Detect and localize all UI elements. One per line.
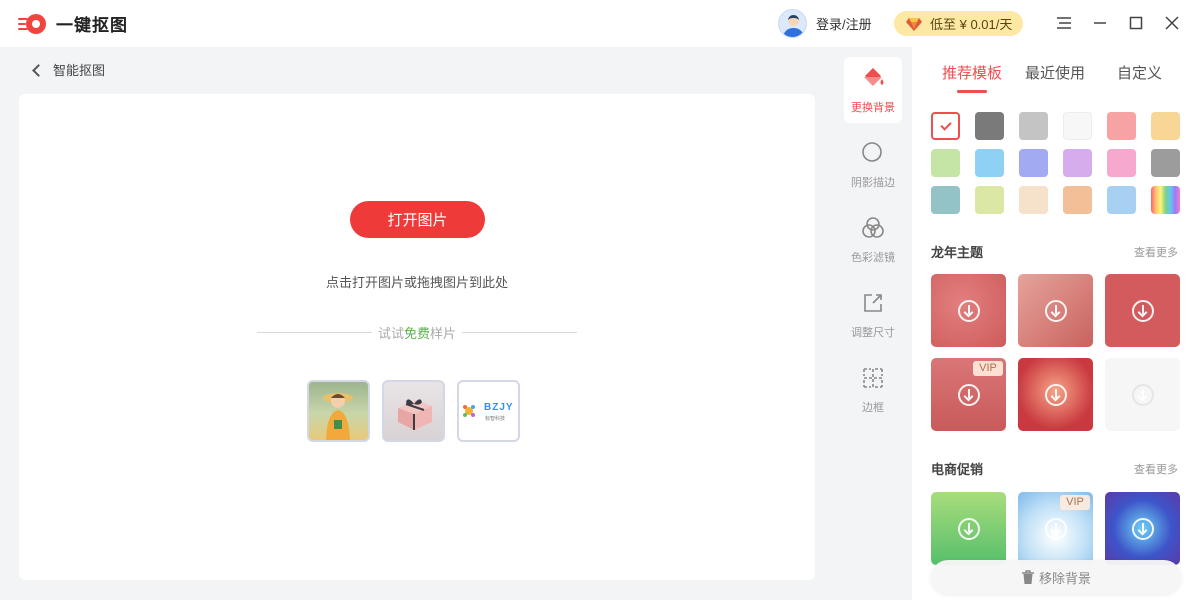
see-more-ecommerce[interactable]: 查看更多 <box>1134 461 1178 477</box>
resize-icon <box>864 294 882 312</box>
title-bar: 一键抠图 登录/注册 低至 ¥ 0.01/天 <box>0 0 1200 47</box>
color-swatch[interactable] <box>975 149 1004 177</box>
color-swatch[interactable] <box>1063 149 1092 177</box>
template-thumbnail[interactable]: VIP <box>1018 492 1093 565</box>
color-swatch[interactable] <box>1063 112 1092 140</box>
download-icon <box>1132 384 1154 406</box>
tool-label: 色彩滤镜 <box>851 252 895 264</box>
template-thumbnail[interactable] <box>1105 274 1180 347</box>
tab-recommended[interactable]: 推荐模板 <box>942 62 1002 83</box>
section-title-ecommerce: 电商促销 <box>931 462 984 477</box>
vip-badge: VIP <box>973 361 1003 376</box>
sample-image-logo[interactable]: BZJY 标智科技 <box>457 380 520 442</box>
download-icon <box>1045 518 1067 540</box>
tool-column: 更换背景 阴影描边 色彩滤镜 调整尺寸 边框 <box>834 47 912 600</box>
tool-change-background[interactable]: 更换背景 <box>844 57 902 123</box>
sample-logo-text: BZJY <box>484 402 514 413</box>
logo-mark-icon <box>18 12 48 36</box>
color-swatch[interactable] <box>1019 186 1048 214</box>
download-icon <box>1132 518 1154 540</box>
tool-label: 更换背景 <box>851 102 895 114</box>
tool-label: 调整尺寸 <box>851 327 895 339</box>
back-button[interactable]: 智能抠图 <box>32 60 106 79</box>
template-thumbnail[interactable] <box>931 492 1006 565</box>
close-icon[interactable] <box>1161 12 1183 34</box>
color-swatch[interactable] <box>1151 186 1180 214</box>
paint-bucket-icon <box>864 68 884 86</box>
sample-caption: 试试免费样片 <box>377 325 457 341</box>
template-thumbnail[interactable] <box>1018 358 1093 431</box>
see-more-dragon-year[interactable]: 查看更多 <box>1134 244 1178 260</box>
vip-price-label: 低至 ¥ 0.01/天 <box>930 17 1013 32</box>
check-icon <box>939 118 952 131</box>
tool-color-filter[interactable]: 色彩滤镜 <box>844 207 902 273</box>
download-icon <box>958 518 980 540</box>
free-label: 免费 <box>404 325 431 341</box>
template-thumbnail-loading[interactable] <box>1105 358 1180 431</box>
trash-icon <box>1021 569 1034 584</box>
color-swatch[interactable] <box>975 186 1004 214</box>
color-swatch[interactable] <box>1107 186 1136 214</box>
color-swatch[interactable] <box>1151 112 1180 140</box>
panel-tabs: 推荐模板 最近使用 自定义 <box>912 47 1200 95</box>
download-icon <box>1045 384 1067 406</box>
tab-custom[interactable]: 自定义 <box>1117 62 1162 83</box>
sample-logo-subtext: 标智科技 <box>485 416 506 422</box>
sample-image-gift[interactable] <box>382 380 445 442</box>
color-swatch-selected[interactable] <box>931 112 960 140</box>
sample-images: BZJY 标智科技 <box>307 380 520 442</box>
tool-label: 边框 <box>862 402 884 414</box>
maximize-icon[interactable] <box>1125 12 1147 34</box>
image-drop-area[interactable]: 打开图片 点击打开图片或拖拽图片到此处 试试免费样片 BZJY 标智科技 <box>19 94 815 580</box>
drop-hint: 点击打开图片或拖拽图片到此处 <box>325 275 508 290</box>
template-thumbnail[interactable] <box>1018 274 1093 347</box>
border-grid-icon <box>863 368 883 388</box>
vip-price-button[interactable]: 低至 ¥ 0.01/天 <box>894 11 1023 36</box>
vip-badge: VIP <box>1060 495 1090 510</box>
color-swatches <box>931 112 1180 214</box>
sample-divider: 试试免费样片 <box>257 323 578 341</box>
color-swatch[interactable] <box>931 149 960 177</box>
color-swatch[interactable] <box>1063 186 1092 214</box>
download-icon <box>1045 300 1067 322</box>
color-swatch[interactable] <box>1019 112 1048 140</box>
section-title-dragon-year: 龙年主题 <box>931 245 984 260</box>
menu-icon[interactable] <box>1053 12 1075 34</box>
template-thumbnail[interactable]: VIP <box>931 358 1006 431</box>
template-thumbnail[interactable] <box>931 274 1006 347</box>
color-swatch[interactable] <box>1151 149 1180 177</box>
avatar <box>778 9 807 38</box>
tool-resize[interactable]: 调整尺寸 <box>844 282 902 348</box>
color-swatch[interactable] <box>1107 112 1136 140</box>
app-logo: 一键抠图 <box>18 11 128 36</box>
login-register[interactable]: 登录/注册 <box>778 9 872 38</box>
remove-background-button[interactable]: 移除背景 <box>931 560 1181 594</box>
chevron-left-icon <box>32 63 45 77</box>
open-image-button[interactable]: 打开图片 <box>350 201 485 238</box>
color-swatch[interactable] <box>1107 149 1136 177</box>
minimize-icon[interactable] <box>1089 12 1111 34</box>
login-label: 登录/注册 <box>816 17 872 32</box>
template-thumbnail[interactable] <box>1105 492 1180 565</box>
tab-indicator <box>957 90 987 93</box>
tool-label: 阴影描边 <box>851 177 895 189</box>
color-swatch[interactable] <box>975 112 1004 140</box>
download-icon <box>1132 300 1154 322</box>
download-icon <box>958 300 980 322</box>
download-icon <box>958 384 980 406</box>
color-swatch[interactable] <box>931 186 960 214</box>
sample-image-woman[interactable] <box>307 380 370 442</box>
remove-background-label: 移除背景 <box>1038 570 1091 586</box>
background-panel: 推荐模板 最近使用 自定义 龙年主题 查看更多 VIP 电商促销 查看更多 VI… <box>912 47 1200 600</box>
tab-recent[interactable]: 最近使用 <box>1025 62 1085 83</box>
color-filter-icon <box>862 217 884 238</box>
tool-shadow-stroke[interactable]: 阴影描边 <box>844 132 902 198</box>
page-title: 智能抠图 <box>53 63 106 78</box>
color-swatch[interactable] <box>1019 149 1048 177</box>
shadow-circle-icon <box>862 142 882 162</box>
diamond-icon <box>906 17 922 31</box>
tool-border[interactable]: 边框 <box>844 357 902 423</box>
app-title: 一键抠图 <box>56 16 128 35</box>
